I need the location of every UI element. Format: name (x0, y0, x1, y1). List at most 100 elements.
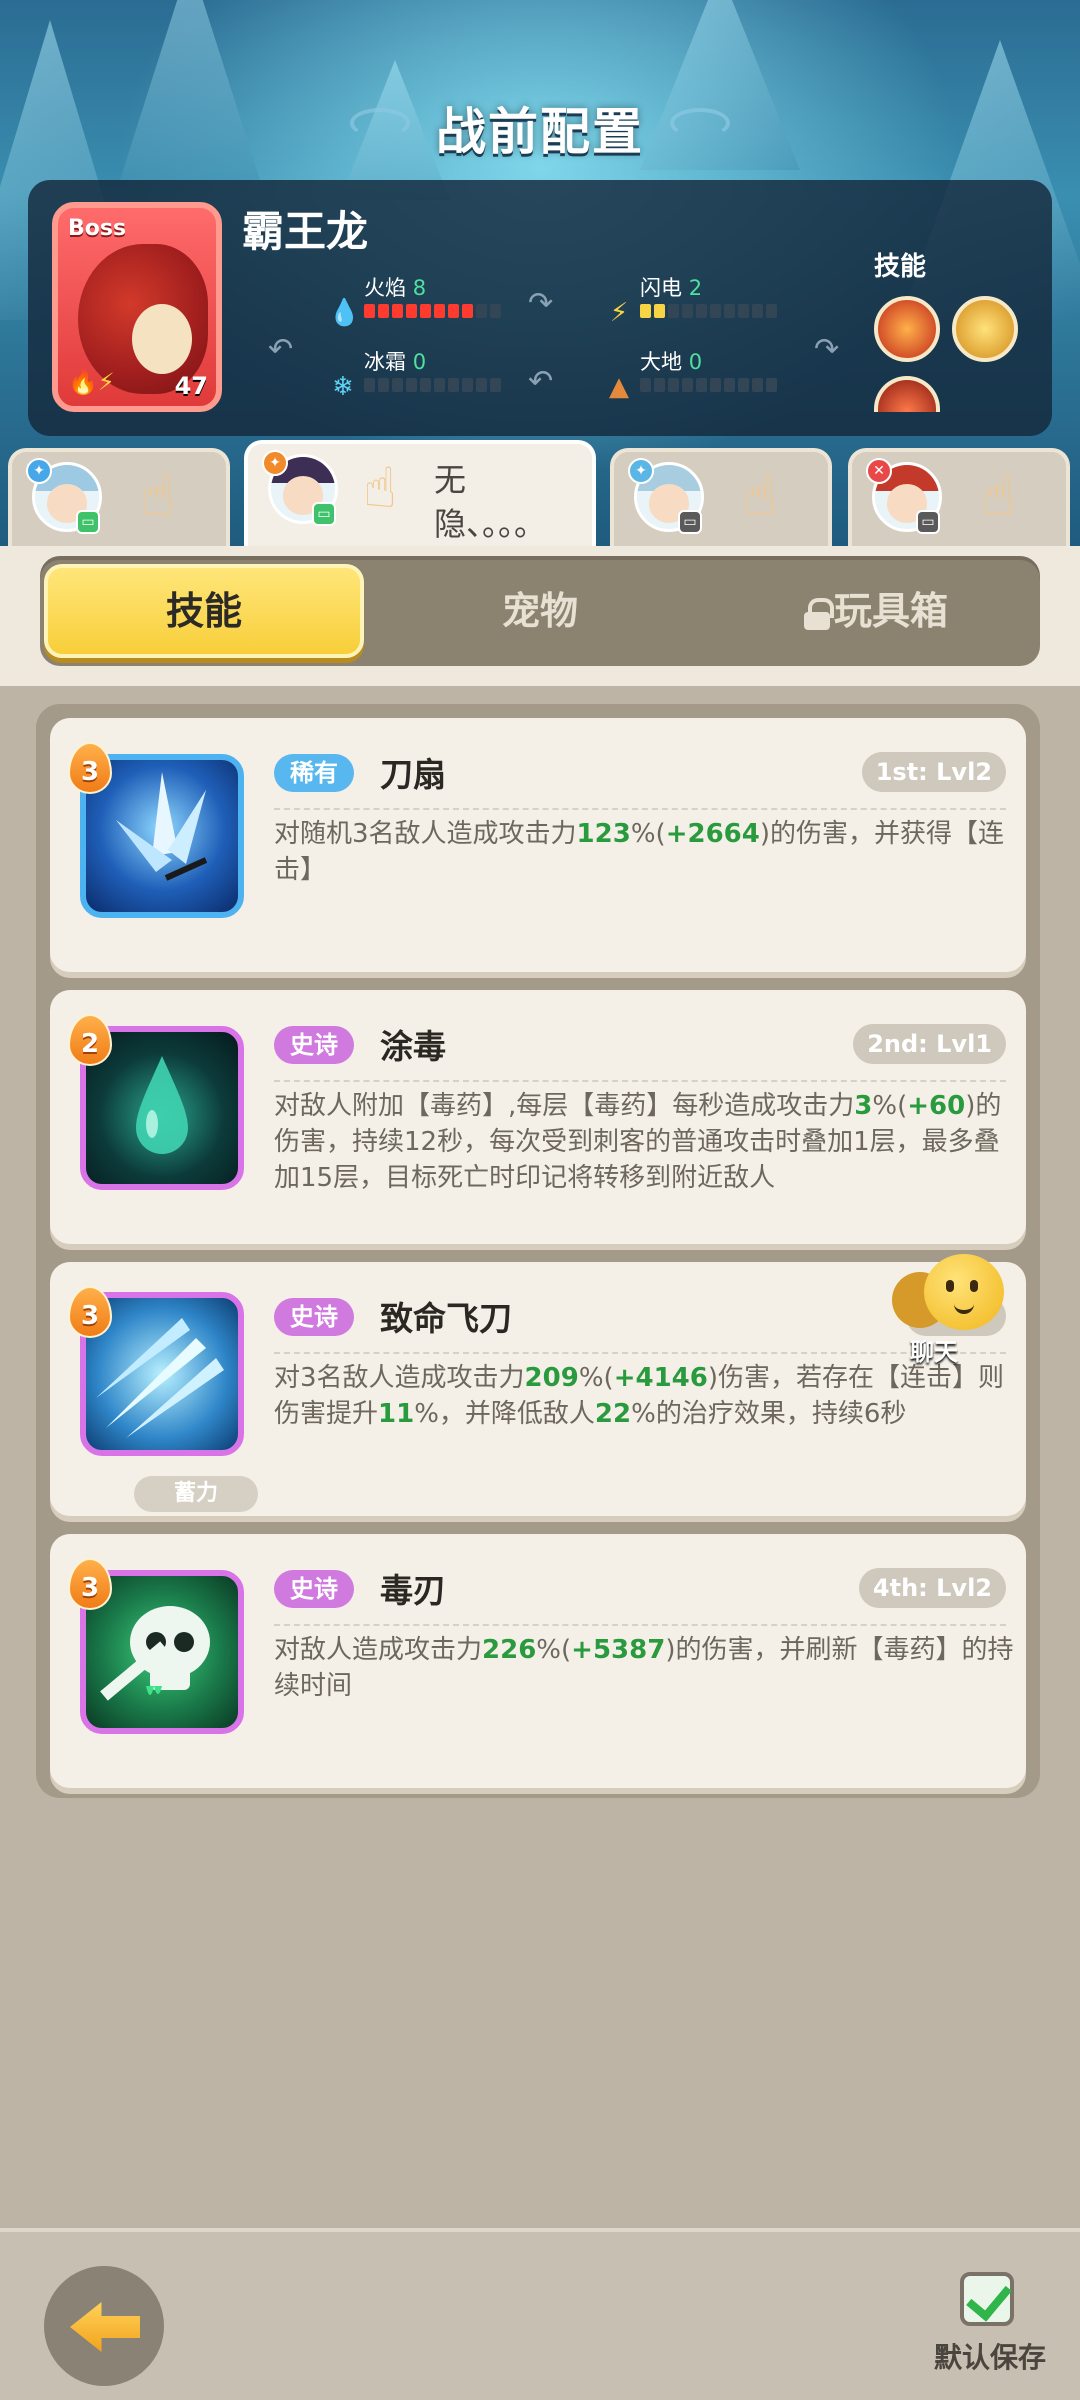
stat-segment (640, 304, 651, 318)
skill-list: 3 稀有 刀扇 1st: Lvl2 对随机3名敌人造成攻击力123%(+2664… (36, 704, 1040, 1798)
stat-segment (378, 378, 389, 392)
boss-card[interactable]: Boss 🔥⚡ 47 (52, 202, 222, 412)
cycle-arrow-icon: ↶ (268, 332, 294, 367)
skill-description: 对敌人附加【毒药】,每层【毒药】每秒造成攻击力3%(+60)的伤害，持续12秒，… (274, 1091, 1002, 1193)
ice-icon: ✦ (26, 458, 52, 484)
stat-fire-bar (364, 304, 501, 318)
boss-skills-label: 技能 (874, 252, 927, 282)
stat-segment (654, 304, 665, 318)
skill-card-deadly-knives[interactable]: 3 蓄力 史诗 致命飞刀 对3名敌人造成攻击力209%(+4146)伤害，若存在… (50, 1262, 1026, 1516)
stat-segment (696, 304, 707, 318)
stat-segment (392, 304, 403, 318)
skill-level-badge: 3 (68, 1558, 112, 1610)
stat-segment (462, 378, 473, 392)
stat-segment (766, 378, 777, 392)
stat-fire-value: 8 (412, 276, 427, 300)
stat-segment (696, 378, 707, 392)
boss-skill-flame-ring-icon[interactable] (952, 296, 1018, 362)
skill-name: 毒刃 (380, 1571, 446, 1610)
stat-ice: ❄ 冰霜 0 (328, 346, 528, 406)
stat-segment (682, 304, 693, 318)
tab-pets[interactable]: 宠物 (380, 564, 700, 658)
status-badge: ▭ (76, 510, 100, 534)
status-badge: ▭ (312, 502, 336, 526)
boss-tag: Boss (68, 216, 127, 241)
stat-segment (724, 304, 735, 318)
boss-panel: Boss 🔥⚡ 47 霸王龙 💧 火焰 8 ⚡ 闪电 2 ❄ 冰霜 0 ▲ 大地… (28, 180, 1052, 436)
water-icon: ✦ (628, 458, 654, 484)
divider (274, 808, 1006, 810)
category-tabs: 技能 宠物 玩具箱 (40, 556, 1040, 666)
stat-segment (448, 378, 459, 392)
hero-name: 无隐、。。。 (434, 461, 547, 543)
hero-tab-4[interactable]: ✕ ▭ ☝ (848, 448, 1070, 546)
stat-fire: 💧 火焰 8 (328, 272, 528, 332)
chat-label: 聊天 (910, 1338, 958, 1366)
fire-icon: ✦ (262, 450, 288, 476)
skill-name: 刀扇 (380, 755, 446, 794)
tap-hand-icon: ☝ (140, 464, 176, 529)
stat-earth-label: 大地 (640, 350, 682, 374)
back-button[interactable] (44, 2266, 164, 2386)
stat-segment (490, 304, 501, 318)
tap-hand-icon: ☝ (362, 456, 398, 521)
stat-segment (406, 304, 417, 318)
stat-earth-value: 0 (688, 350, 703, 374)
hero-tab-1[interactable]: ✦ ▭ ☝ (8, 448, 230, 546)
stat-ice-label: 冰霜 (364, 350, 406, 374)
stat-segment (448, 304, 459, 318)
stat-lightning: ⚡ 闪电 2 (604, 272, 804, 332)
status-badge: ▭ (678, 510, 702, 534)
stat-segment (434, 378, 445, 392)
stat-segment (668, 378, 679, 392)
stat-segment (766, 304, 777, 318)
skill-card-blade-fan[interactable]: 3 稀有 刀扇 1st: Lvl2 对随机3名敌人造成攻击力123%(+2664… (50, 718, 1026, 972)
rarity-badge: 史诗 (274, 1570, 354, 1608)
stat-segment (378, 304, 389, 318)
rarity-badge: 稀有 (274, 754, 354, 792)
lock-icon (803, 597, 834, 630)
skill-level-badge: 2 (68, 1014, 112, 1066)
skill-slot-label: 2nd: Lvl1 (853, 1024, 1006, 1064)
stat-segment (392, 378, 403, 392)
stat-lightning-label: 闪电 (640, 276, 682, 300)
tab-skills[interactable]: 技能 (44, 564, 364, 658)
mountain-icon: ▲ (609, 372, 629, 402)
cycle-arrow-icon: ↶ (528, 364, 554, 399)
divider (274, 1080, 1006, 1082)
lightning-icon: ⚡ (609, 298, 629, 328)
chat-button[interactable]: 聊天 (890, 1254, 1010, 1366)
stat-segment (364, 378, 375, 392)
boss-name: 霸王龙 (242, 207, 369, 256)
skill-card-poison-blade[interactable]: 3 史诗 毒刃 4th: Lvl2 对敌人造成攻击力226%(+5387)的伤害… (50, 1534, 1026, 1788)
hero-tab-3[interactable]: ✦ ▭ ☝ (610, 448, 832, 546)
bottom-bar (0, 2228, 1080, 2400)
stat-segment (476, 304, 487, 318)
skill-description: 对3名敌人造成攻击力209%(+4146)伤害，若存在【连击】则伤害提升11%，… (274, 1363, 1004, 1429)
tab-toybox[interactable]: 玩具箱 (716, 564, 1036, 658)
stat-segment (406, 378, 417, 392)
stat-segment (462, 304, 473, 318)
boss-skill-partial-icon[interactable] (874, 376, 940, 412)
hero-tab-2[interactable]: ✦ ▭ ☝ 无隐、。。。 (244, 440, 596, 546)
skill-description: 对敌人造成攻击力226%(+5387)的伤害，并刷新【毒药】的持续时间 (274, 1635, 1014, 1701)
tap-hand-icon: ☝ (980, 464, 1016, 529)
skill-description: 对随机3名敌人造成攻击力123%(+2664)的伤害，并获得【连击】 (274, 819, 1004, 885)
skill-card-poison-coat[interactable]: 2 史诗 涂毒 2nd: Lvl1 对敌人附加【毒药】,每层【毒药】每秒造成攻击… (50, 990, 1026, 1244)
stat-earth-bar (640, 378, 777, 392)
back-arrow-icon (70, 2302, 140, 2352)
skill-name: 涂毒 (380, 1027, 446, 1066)
stat-segment (752, 378, 763, 392)
rarity-badge: 史诗 (274, 1298, 354, 1336)
default-save-label: 默认保存 (934, 2341, 1047, 2374)
stat-segment (640, 378, 651, 392)
stat-segment (752, 304, 763, 318)
blade-icon: ✕ (866, 458, 892, 484)
divider (274, 1624, 1006, 1626)
boss-skill-fire-slash-icon[interactable] (874, 296, 940, 362)
default-save-checkbox[interactable] (960, 2272, 1014, 2326)
stat-segment (710, 304, 721, 318)
skill-slot-label: 1st: Lvl2 (861, 752, 1006, 792)
stat-segment (476, 378, 487, 392)
stat-lightning-bar (640, 304, 777, 318)
